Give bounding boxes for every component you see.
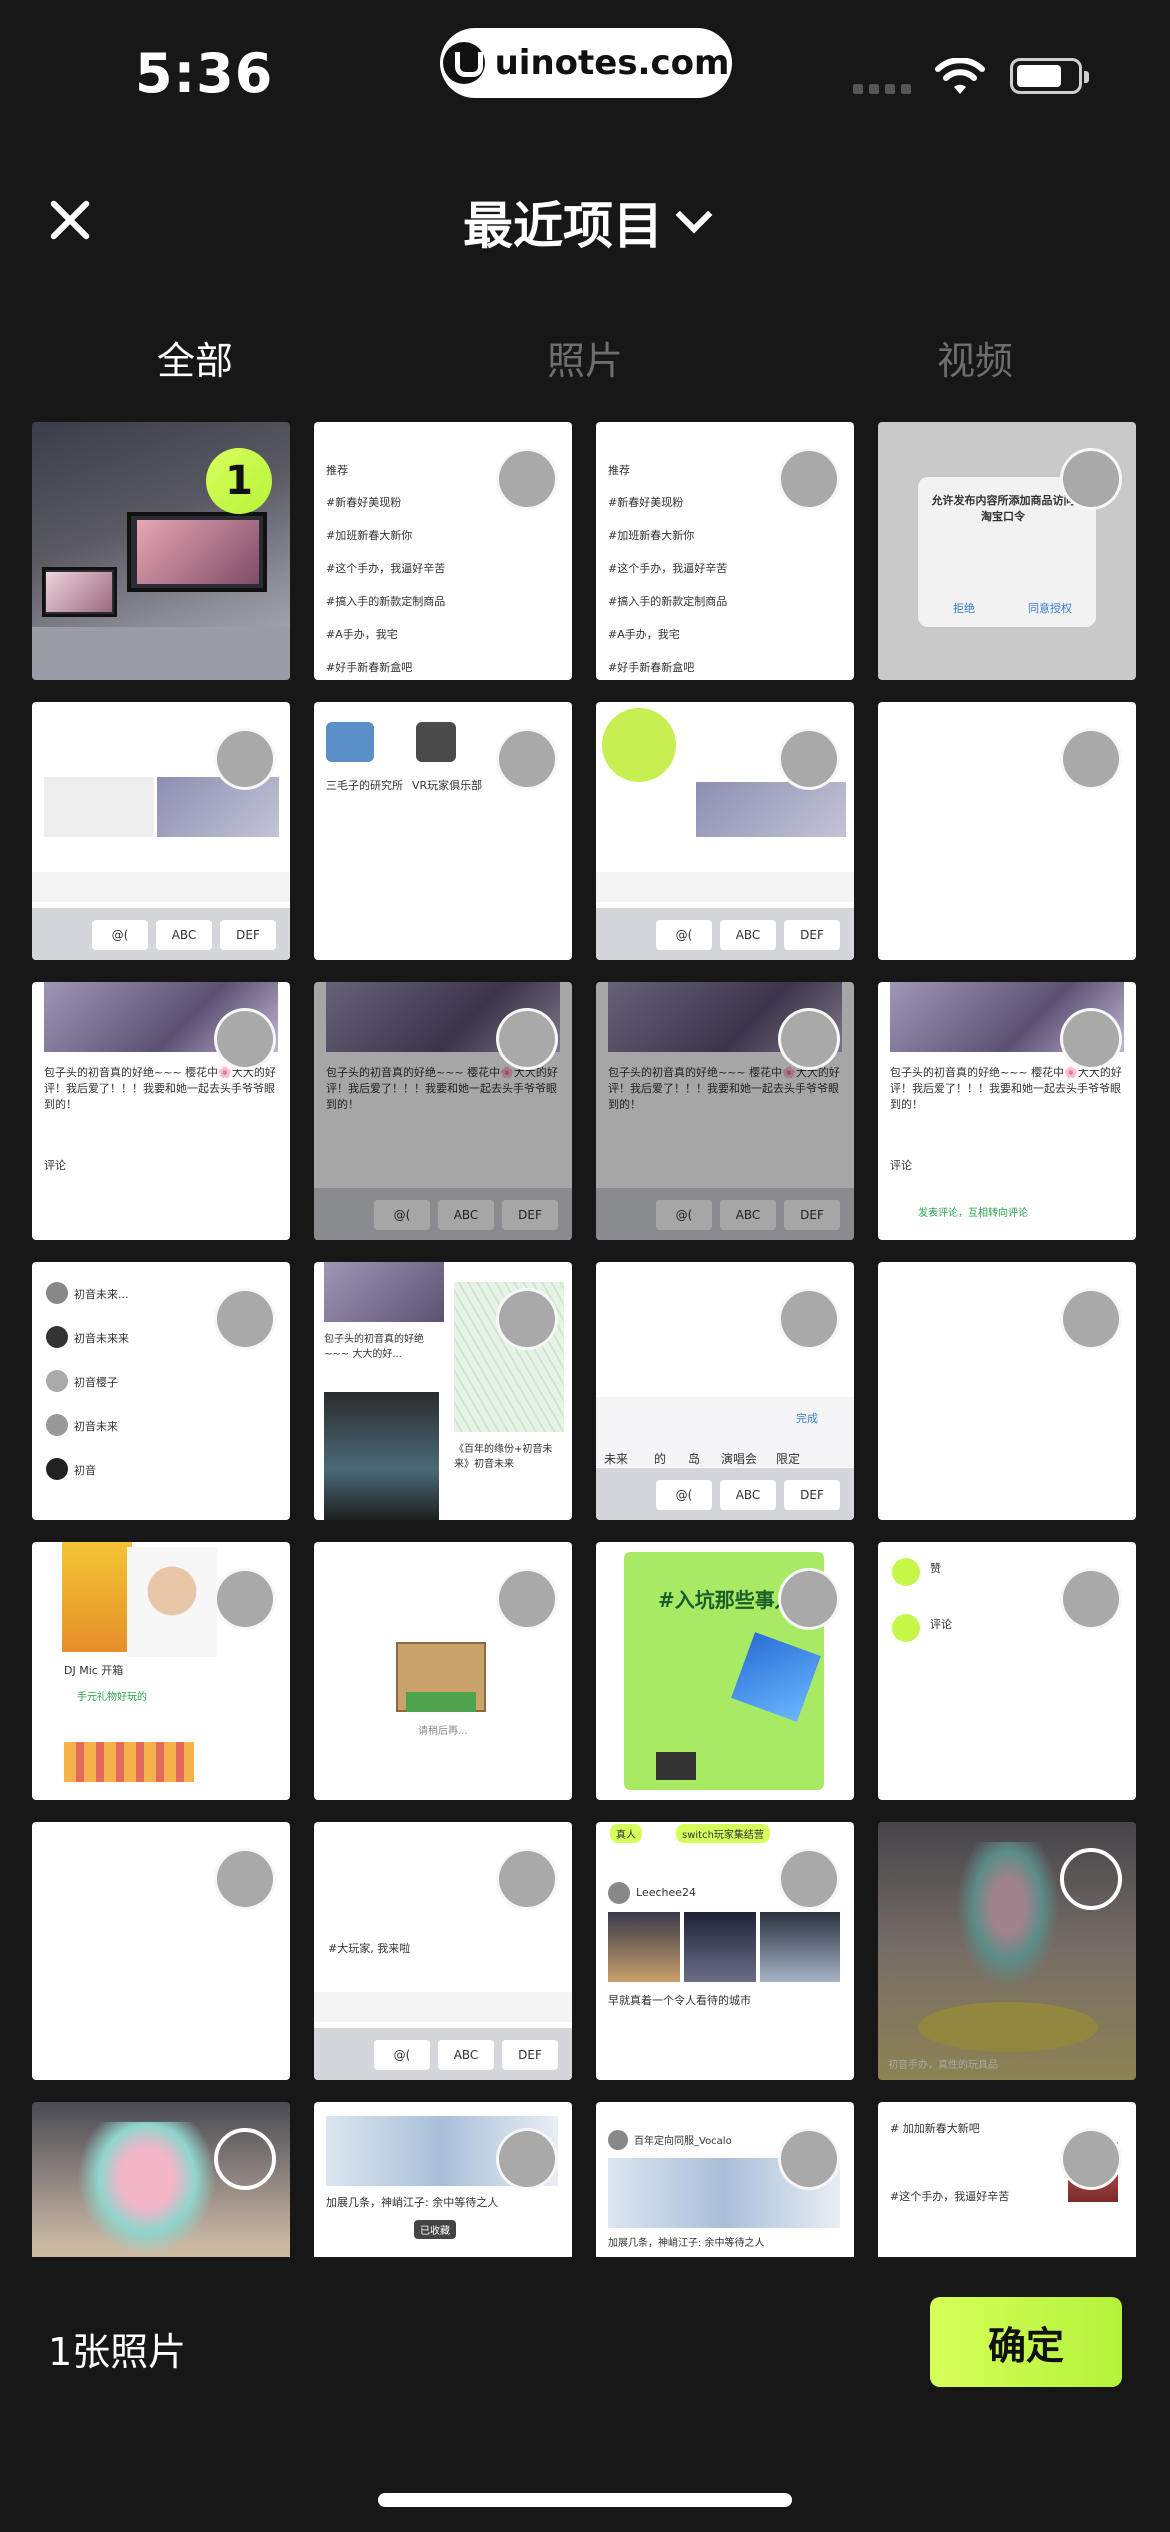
select-circle[interactable] [214,728,276,790]
select-circle[interactable] [214,1288,276,1350]
select-circle[interactable] [496,1568,558,1630]
select-circle[interactable] [1060,1008,1122,1070]
select-circle[interactable] [1060,728,1122,790]
tab-all[interactable]: 全部 [157,330,233,385]
status-time: 5:36 [135,42,274,105]
confirm-button[interactable]: 确定 [930,2297,1122,2387]
grid-item[interactable]: DJ Mic 开箱 手元礼物好玩的 [32,1542,290,1800]
status-bar: 5:36 uinotes.com [0,0,1170,150]
grid-item[interactable]: 初音手办，真性的玩具品 [878,1822,1136,2080]
grid-item[interactable]: 加展几条，神峭江子: 余中等待之人 已收藏 [314,2102,572,2257]
grid-item[interactable]: 包子头的初音真的好绝~~~ 大大的好... 《百年的缘份+初音未来》初音未来 [314,1262,572,1520]
select-circle[interactable] [214,1568,276,1630]
grid-item[interactable]: 1 [32,422,290,680]
grid-item[interactable]: 初音未来... 初音未来来 初音樱子 初音未来 初音 [32,1262,290,1520]
select-circle[interactable] [496,2128,558,2190]
grid-item[interactable]: 包子头的初音真的好绝~~~ 樱花中🌸大大的好评！我后爱了！！！我要和她一起去头手… [878,982,1136,1240]
grid-item[interactable]: 包子头的初音真的好绝~~~ 樱花中🌸大大的好评！我后爱了！！！我要和她一起去头手… [314,982,572,1240]
select-circle[interactable] [496,728,558,790]
select-circle[interactable] [778,448,840,510]
grid-item[interactable] [32,2102,290,2257]
select-circle[interactable] [496,448,558,510]
grid-item[interactable]: 推荐 #新春好美现粉 #加班新春大新你 #这个手办，我逼好辛苦 #搞入手的新款定… [596,422,854,680]
media-tabs: 全部 照片 视频 [0,330,1170,400]
grid-item[interactable]: @(ABC DEF [596,702,854,960]
grid-item[interactable]: 推荐 #新春好美现粉 #加班新春大新你 #这个手办，我逼好辛苦 #搞入手的新款定… [314,422,572,680]
select-circle[interactable] [778,1848,840,1910]
select-circle[interactable] [214,2128,276,2190]
grid-item[interactable] [878,1262,1136,1520]
battery-icon [1010,58,1089,94]
site-logo-icon [442,42,485,84]
grid-item[interactable]: 包子头的初音真的好绝~~~ 樱花中🌸大大的好评！我后爱了！！！我要和她一起去头手… [32,982,290,1240]
select-circle[interactable] [496,1848,558,1910]
grid-item[interactable] [878,702,1136,960]
url-text: uinotes.com [494,43,730,83]
home-indicator[interactable] [378,2493,792,2507]
grid-item[interactable]: #入坑那些事儿 [596,1542,854,1800]
tab-videos[interactable]: 视频 [937,330,1013,385]
grid-item[interactable] [32,1822,290,2080]
select-circle[interactable] [1060,1848,1122,1910]
album-picker[interactable]: 最近项目 [0,186,1170,258]
select-circle[interactable] [1060,2128,1122,2190]
select-circle[interactable] [1060,448,1122,510]
media-grid: 1 推荐 #新春好美现粉 #加班新春大新你 #这个手办，我逼好辛苦 #搞入手的新… [32,422,1138,2257]
grid-item[interactable]: 允许发布内容所添加商品访问淘宝口令 拒绝 同意授权 [878,422,1136,680]
grid-item[interactable]: 赞 评论 [878,1542,1136,1800]
grid-item[interactable]: 三毛子的研究所 VR玩家俱乐部 [314,702,572,960]
grid-item[interactable]: 百年定向同服_Vocalo 加展几条，神峭江子: 余中等待之人 [596,2102,854,2257]
grid-item[interactable]: @(ABC DEF [32,702,290,960]
select-circle[interactable] [496,1008,558,1070]
select-circle[interactable] [1060,1568,1122,1630]
select-circle[interactable] [214,1848,276,1910]
select-circle[interactable] [778,1288,840,1350]
select-circle[interactable] [1060,1288,1122,1350]
chevron-down-icon [675,196,713,234]
tab-photos[interactable]: 照片 [547,330,623,385]
grid-item[interactable]: #大玩家, 我来啦 @(ABC DEF [314,1822,572,2080]
selected-badge[interactable]: 1 [206,448,272,514]
album-title: 最近项目 [463,197,663,255]
select-circle[interactable] [778,1008,840,1070]
select-circle[interactable] [496,1288,558,1350]
grid-item[interactable]: # 加加新春大新吧 #这个手办，我逼好辛苦 [878,2102,1136,2257]
select-circle[interactable] [778,2128,840,2190]
wifi-icon [935,58,985,94]
signal-icon [853,84,911,94]
grid-item[interactable]: 请稍后再... [314,1542,572,1800]
grid-item[interactable]: 真人 switch玩家集结营 Leechee24 早就真着一个令人看待的城市 [596,1822,854,2080]
select-circle[interactable] [778,728,840,790]
bottom-bar: 1张照片 确定 [0,2257,1170,2532]
grid-item[interactable]: 完成 未来 的 岛 演唱会 限定 @(ABC DEF [596,1262,854,1520]
select-circle[interactable] [214,1008,276,1070]
url-pill[interactable]: uinotes.com [440,28,732,98]
selected-count: 1张照片 [48,2330,187,2374]
select-circle[interactable] [778,1568,840,1630]
grid-item[interactable]: 包子头的初音真的好绝~~~ 樱花中🌸大大的好评！我后爱了！！！我要和她一起去头手… [596,982,854,1240]
